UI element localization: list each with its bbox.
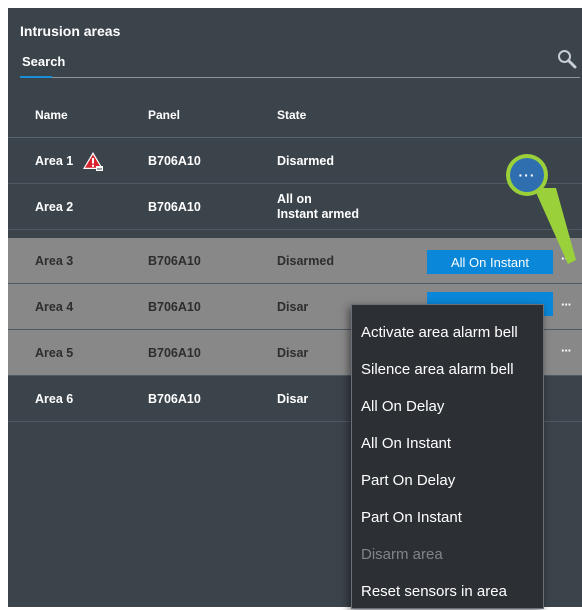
row-name: Area 1 [35,154,74,168]
row-state: Disar [277,346,309,360]
row-panel: B706A10 [148,300,201,314]
row-panel: B706A10 [148,154,201,168]
menu-item-disarm-area: Disarm area [361,546,443,563]
panel-title: Intrusion areas [20,23,121,39]
menu-item-silence-alarm-bell[interactable]: Silence area alarm bell [352,351,543,388]
row-state: Disar [277,392,309,406]
callout-pointer [534,188,576,264]
row-state-line1: All on [277,192,312,206]
row-name: Area 4 [35,300,74,314]
table-header: Name Panel State [8,94,582,134]
menu-item-part-on-instant[interactable]: Part On Instant [352,499,543,536]
row-panel: B706A10 [148,392,201,406]
table-row[interactable]: Area 2 B706A10 All on Instant armed [8,184,582,230]
callout-highlight: ··· [506,154,548,196]
row-name: Area 5 [35,346,74,360]
row-panel: B706A10 [148,346,201,360]
more-options-icon[interactable]: ··· [510,158,544,192]
row-panel: B706A10 [148,254,201,268]
menu-item-all-on-delay[interactable]: All On Delay [352,388,543,425]
row-state: Disarmed [277,254,334,268]
area-context-menu: Activate area alarm bell Silence area al… [351,304,544,609]
row-name: Area 2 [35,200,74,214]
search-icon[interactable] [556,48,578,70]
menu-item-reset-sensors[interactable]: Reset sensors in area [352,573,543,610]
row-name: Area 3 [35,254,74,268]
column-header-name[interactable]: Name [35,108,68,122]
search-input[interactable]: Search [22,54,65,69]
column-header-state[interactable]: State [277,108,306,122]
intrusion-areas-panel: Intrusion areas Search Name Panel State … [8,8,582,609]
row-name: Area 6 [35,392,74,406]
column-header-panel[interactable]: Panel [148,108,180,122]
search-focus-indicator [20,76,52,78]
row-more-button[interactable]: ··· [561,297,572,312]
row-state: Disarmed [277,154,334,168]
menu-item-activate-alarm-bell[interactable]: Activate area alarm bell [352,314,543,351]
row-state: All on Instant armed [277,192,359,222]
table-row[interactable]: Area 1 B706A10 Disarmed [8,138,582,184]
warning-icon [83,152,103,171]
menu-item-all-on-instant[interactable]: All On Instant [352,425,543,462]
row-state: Disar [277,300,309,314]
row-more-button[interactable]: ··· [561,343,572,358]
menu-item-part-on-delay[interactable]: Part On Delay [352,462,543,499]
search-underline [20,77,580,78]
row-state-line2: Instant armed [277,207,359,221]
table-row[interactable]: Area 3 B706A10 Disarmed All On Instant ·… [8,238,582,284]
row-panel: B706A10 [148,200,201,214]
